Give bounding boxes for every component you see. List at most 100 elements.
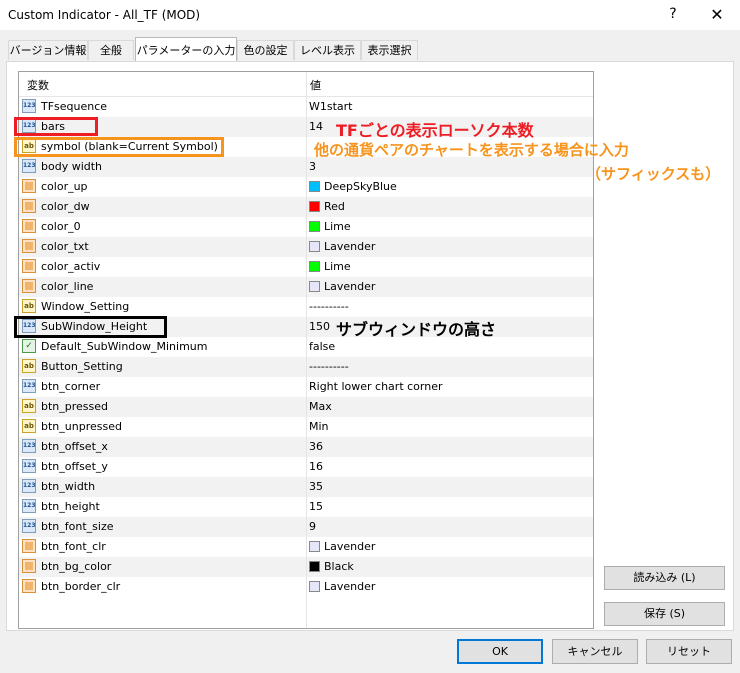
title-bar: Custom Indicator - All_TF (MOD) ? ✕	[0, 0, 740, 30]
number-icon: 123	[22, 479, 36, 493]
tab-general[interactable]: 全般	[88, 40, 134, 60]
color-icon	[22, 259, 36, 273]
text-icon: ab	[22, 359, 36, 373]
parameter-name: btn_font_clr	[41, 540, 106, 553]
parameter-value-text: 9	[309, 520, 316, 533]
symbol-annotation: 他の通貨ペアのチャートを表示する場合に入力	[314, 141, 629, 159]
text-icon: ab	[22, 419, 36, 433]
parameter-value[interactable]: Black	[309, 560, 354, 573]
parameter-value[interactable]: 35	[309, 480, 323, 493]
tab-parameters[interactable]: パラメーターの入力	[135, 37, 237, 61]
parameter-value-text: 35	[309, 480, 323, 493]
number-icon: 123	[22, 379, 36, 393]
parameter-value[interactable]: Lavender	[309, 240, 375, 253]
parameter-name: btn_corner	[41, 380, 101, 393]
number-icon: 123	[22, 459, 36, 473]
parameter-name: btn_bg_color	[41, 560, 112, 573]
parameter-value-text: 36	[309, 440, 323, 453]
parameter-value[interactable]: 9	[309, 520, 316, 533]
parameter-value-text: Lime	[324, 260, 351, 273]
parameter-name: SubWindow_Height	[41, 320, 148, 333]
load-button[interactable]: 読み込み (L)	[604, 566, 725, 590]
number-icon: 123	[22, 119, 36, 133]
parameter-value[interactable]: DeepSkyBlue	[309, 180, 397, 193]
parameter-name: btn_height	[41, 500, 100, 513]
parameter-value-text: 3	[309, 160, 316, 173]
parameter-value[interactable]: Min	[309, 420, 329, 433]
parameter-name: color_line	[41, 280, 94, 293]
parameter-value-text: Black	[324, 560, 354, 573]
parameter-value[interactable]: Max	[309, 400, 332, 413]
color-swatch	[309, 241, 320, 252]
color-icon	[22, 179, 36, 193]
parameter-value[interactable]: Lime	[309, 220, 351, 233]
color-swatch	[309, 181, 320, 192]
parameter-name: btn_pressed	[41, 400, 109, 413]
tab-version-info[interactable]: バージョン情報	[8, 40, 88, 60]
color-swatch	[309, 201, 320, 212]
parameter-value[interactable]: 14	[309, 120, 323, 133]
help-icon[interactable]: ?	[663, 6, 683, 22]
number-icon: 123	[22, 499, 36, 513]
parameter-name: symbol (blank=Current Symbol)	[41, 140, 218, 153]
parameter-name: body width	[41, 160, 103, 173]
parameter-name: color_activ	[41, 260, 101, 273]
text-icon: ab	[22, 299, 36, 313]
parameter-value[interactable]: Lavender	[309, 580, 375, 593]
parameter-value-text: Lavender	[324, 540, 376, 553]
reset-button[interactable]: リセット	[646, 639, 732, 664]
parameter-value[interactable]: W1start	[309, 100, 353, 113]
parameter-value[interactable]: Right lower chart corner	[309, 380, 443, 393]
header-variable: 変数	[27, 79, 49, 92]
tab-levels[interactable]: レベル表示	[294, 40, 361, 60]
text-icon: ab	[22, 399, 36, 413]
text-icon: ab	[22, 139, 36, 153]
parameter-name: bars	[41, 120, 65, 133]
color-swatch	[309, 561, 320, 572]
bars-annotation: TFごとの表示ローソク本数	[336, 121, 534, 140]
parameter-value[interactable]: 15	[309, 500, 323, 513]
boolean-icon: ✓	[22, 339, 36, 353]
save-button[interactable]: 保存 (S)	[604, 602, 725, 626]
parameter-name: btn_width	[41, 480, 96, 493]
close-icon[interactable]: ✕	[706, 5, 728, 24]
parameter-value[interactable]: 3	[309, 160, 316, 173]
parameter-name: color_txt	[41, 240, 89, 253]
number-icon: 123	[22, 519, 36, 533]
color-icon	[22, 559, 36, 573]
color-icon	[22, 279, 36, 293]
parameter-name: color_0	[41, 220, 81, 233]
parameter-value-text: ----------	[309, 300, 349, 313]
parameter-value[interactable]: Red	[309, 200, 345, 213]
parameter-value-text: Lavender	[324, 240, 376, 253]
color-swatch	[309, 221, 320, 232]
parameter-value[interactable]: ----------	[309, 300, 349, 313]
number-icon: 123	[22, 319, 36, 333]
window-title: Custom Indicator - All_TF (MOD)	[8, 8, 201, 22]
color-icon	[22, 579, 36, 593]
parameter-name: btn_font_size	[41, 520, 114, 533]
parameter-value[interactable]: 150	[309, 320, 330, 333]
parameter-value[interactable]: 16	[309, 460, 323, 473]
ok-button[interactable]: OK	[457, 639, 543, 664]
cancel-button[interactable]: キャンセル	[552, 639, 638, 664]
parameter-value[interactable]: Lime	[309, 260, 351, 273]
color-icon	[22, 199, 36, 213]
parameter-value[interactable]: ----------	[309, 360, 349, 373]
tab-colors[interactable]: 色の設定	[237, 40, 294, 60]
parameter-name: color_up	[41, 180, 88, 193]
tab-visualization[interactable]: 表示選択	[361, 40, 418, 60]
parameter-name: btn_offset_x	[41, 440, 108, 453]
number-icon: 123	[22, 439, 36, 453]
parameter-value[interactable]: Lavender	[309, 280, 375, 293]
parameter-value[interactable]: 36	[309, 440, 323, 453]
parameter-value-text: Lavender	[324, 280, 376, 293]
parameter-value[interactable]: false	[309, 340, 335, 353]
color-swatch	[309, 581, 320, 592]
parameter-value-text: 14	[309, 120, 323, 133]
color-swatch	[309, 541, 320, 552]
parameter-value-text: W1start	[309, 100, 353, 113]
parameter-name: TFsequence	[41, 100, 108, 113]
parameter-value[interactable]: Lavender	[309, 540, 375, 553]
color-icon	[22, 239, 36, 253]
